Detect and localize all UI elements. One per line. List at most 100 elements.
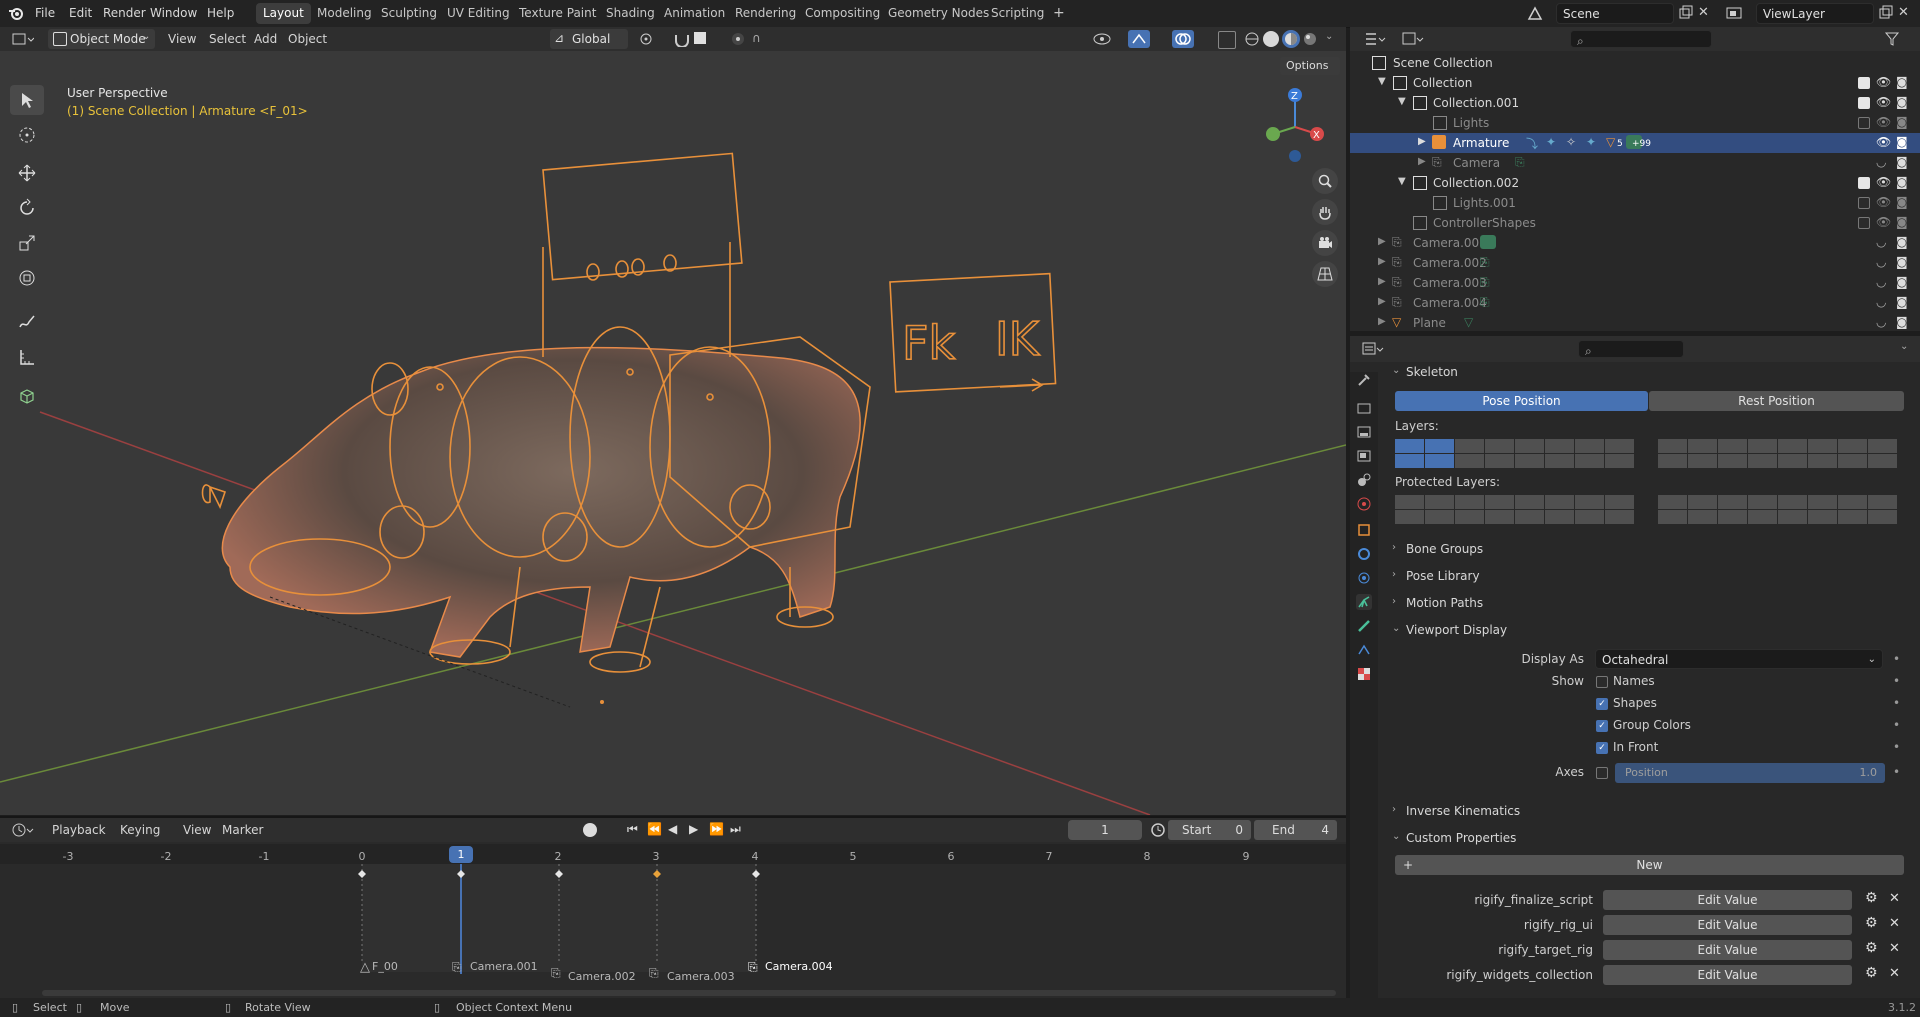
viewport-menu-view[interactable]: View [168, 32, 196, 46]
marker-camera-002[interactable]: Camera.002 [568, 970, 636, 983]
annotate-tool[interactable] [10, 307, 44, 337]
tab-shading[interactable]: Shading [599, 3, 662, 24]
animate-property-dot[interactable]: • [1893, 696, 1900, 710]
snap-icon[interactable] [673, 31, 691, 48]
outliner-row-camera[interactable]: ▶ ⎘ Camera ⎘ ◡ ◙ [1350, 153, 1920, 173]
start-frame-field[interactable]: Start 0 [1168, 820, 1251, 840]
eye-closed-icon[interactable]: ◡ [1876, 275, 1886, 289]
transform-orientation-dropdown[interactable]: ⊿ Global [550, 29, 628, 49]
names-checkbox[interactable] [1596, 676, 1608, 688]
options-dropdown[interactable]: Options [1280, 57, 1340, 75]
marker-camera-003[interactable]: Camera.003 [667, 970, 735, 983]
gizmo-toggle-icon[interactable] [1128, 30, 1150, 48]
rendered-shading-icon[interactable] [1302, 31, 1318, 47]
outliner-row-controllershapes[interactable]: ControllerShapes 👁 ◙ [1350, 213, 1920, 233]
viewport-display-panel-header[interactable]: ⌄ Viewport Display [1386, 619, 1906, 641]
eye-closed-icon[interactable]: ◡ [1876, 295, 1886, 309]
render-camera-icon[interactable]: ◙ [1896, 115, 1908, 129]
shapes-checkbox[interactable]: ✓ [1596, 698, 1608, 710]
tab-uv-editing[interactable]: UV Editing [440, 3, 517, 24]
render-tab-icon[interactable] [1356, 400, 1372, 416]
animate-property-dot[interactable]: • [1893, 652, 1900, 666]
mode-dropdown[interactable]: Object Mode ⌄ [48, 29, 155, 49]
expand-arrow-icon[interactable]: ▶ [1378, 316, 1386, 327]
modifier-tab-icon[interactable] [1356, 546, 1372, 562]
edit-value-button[interactable]: Edit Value [1603, 915, 1852, 935]
eye-icon[interactable]: 👁 [1876, 215, 1891, 229]
select-box-tool[interactable] [10, 85, 44, 115]
outliner-row-lights-001[interactable]: Lights.001 👁 ◙ [1350, 193, 1920, 213]
viewport-menu-object[interactable]: Object [288, 32, 327, 46]
tool-tab-icon[interactable] [1356, 372, 1372, 388]
expand-arrow-icon[interactable]: ▶ [1378, 296, 1386, 307]
outliner-row-scene-collection[interactable]: Scene Collection [1350, 53, 1920, 73]
animate-property-dot[interactable]: • [1893, 765, 1900, 779]
new-view-layer-icon[interactable] [1878, 5, 1894, 21]
bone-layers-grid-right[interactable] [1658, 439, 1897, 468]
eye-icon[interactable]: 👁 [1876, 95, 1891, 109]
visibility-eye-icon[interactable] [1092, 31, 1112, 47]
material-preview-shading-icon[interactable] [1282, 30, 1300, 48]
outliner-row-camera-003[interactable]: ▶ ⎘ Camera.003 ⎘ ◡ ◙ [1350, 273, 1920, 293]
jump-keyframe-forward-icon[interactable]: ⏩ [709, 822, 725, 838]
proportional-editing-icon[interactable] [730, 31, 746, 47]
texture-tab-icon[interactable] [1356, 666, 1372, 682]
wireframe-shading-icon[interactable] [1244, 31, 1260, 47]
gear-icon[interactable]: ⚙ [1865, 965, 1878, 981]
rest-position-button[interactable]: Rest Position [1649, 391, 1904, 411]
pose-position-button[interactable]: Pose Position [1395, 391, 1648, 411]
tab-scripting[interactable]: Scripting [984, 3, 1051, 24]
expand-arrow-icon[interactable]: ▶ [1378, 236, 1386, 247]
exclude-checkbox[interactable] [1858, 197, 1870, 209]
measure-tool[interactable] [10, 342, 44, 372]
gear-icon[interactable]: ⚙ [1865, 940, 1878, 956]
play-reverse-icon[interactable]: ◀ [668, 822, 684, 838]
exclude-checkbox[interactable] [1858, 177, 1870, 189]
group-colors-checkbox[interactable]: ✓ [1596, 720, 1608, 732]
eye-icon[interactable]: 👁 [1876, 175, 1891, 189]
viewport-menu-select[interactable]: Select [209, 32, 246, 46]
exclude-checkbox[interactable] [1858, 97, 1870, 109]
eye-closed-icon[interactable]: ◡ [1876, 155, 1886, 169]
tab-geometry-nodes[interactable]: Geometry Nodes [881, 3, 996, 24]
expand-arrow-icon[interactable]: ▶ [1418, 156, 1426, 167]
close-icon[interactable]: ✕ [1889, 966, 1900, 981]
bone-tab-icon[interactable] [1356, 618, 1372, 634]
keying-menu[interactable]: Keying [120, 823, 160, 837]
jump-start-icon[interactable]: ⏮ [627, 822, 643, 838]
render-camera-icon[interactable]: ◙ [1896, 255, 1908, 269]
menu-help[interactable]: Help [207, 6, 234, 20]
view-layer-tab-icon[interactable] [1356, 448, 1372, 464]
snap-target-icon[interactable] [694, 32, 706, 44]
outliner-row-collection-002[interactable]: ▼ Collection.002 👁 ◙ [1350, 173, 1920, 193]
render-camera-icon[interactable]: ◙ [1896, 175, 1908, 189]
render-camera-icon[interactable]: ◙ [1896, 135, 1908, 149]
outliner-row-camera-002[interactable]: ▶ ⎘ Camera.002 ⎘ ◡ ◙ [1350, 253, 1920, 273]
3d-viewport[interactable]: Object Mode ⌄ View Select Add Object ⊿ G… [0, 27, 1346, 815]
tab-modeling[interactable]: Modeling [310, 3, 379, 24]
tab-compositing[interactable]: Compositing [798, 3, 887, 24]
timeline-keyframes[interactable] [0, 864, 1346, 974]
marker-camera-001[interactable]: Camera.001 [470, 960, 538, 973]
tab-sculpting[interactable]: Sculpting [374, 3, 444, 24]
gear-icon[interactable]: ⚙ [1865, 890, 1878, 906]
eye-closed-icon[interactable]: ◡ [1876, 315, 1886, 329]
custom-properties-panel-header[interactable]: ⌄ Custom Properties [1386, 827, 1906, 849]
camera-view-icon[interactable] [1312, 230, 1338, 256]
marker-menu[interactable]: Marker [222, 823, 263, 837]
bone-layers-grid-left[interactable] [1395, 439, 1634, 468]
jump-end-icon[interactable]: ⏭ [730, 822, 746, 838]
outliner-row-collection-001[interactable]: ▼ Collection.001 👁 ◙ [1350, 93, 1920, 113]
outliner-row-plane[interactable]: ▶ ▽ Plane ▽ ◡ ◙ [1350, 313, 1920, 333]
eye-closed-icon[interactable]: ◡ [1876, 255, 1886, 269]
outliner-search-input[interactable]: ⌕ [1570, 30, 1712, 48]
jump-keyframe-back-icon[interactable]: ⏪ [647, 822, 663, 838]
playhead-frame-badge[interactable]: 1 [449, 846, 473, 863]
navigation-gizmo[interactable]: Z X [1255, 82, 1335, 162]
render-camera-icon[interactable]: ◙ [1896, 75, 1908, 89]
marker-f00[interactable]: F_00 [372, 960, 398, 973]
expand-arrow-icon[interactable]: ▶ [1378, 276, 1386, 287]
solid-shading-icon[interactable] [1263, 31, 1279, 47]
outliner-row-camera-004[interactable]: ▶ ⎘ Camera.004 ⎘ ◡ ◙ [1350, 293, 1920, 313]
tab-texture-paint[interactable]: Texture Paint [512, 3, 603, 24]
